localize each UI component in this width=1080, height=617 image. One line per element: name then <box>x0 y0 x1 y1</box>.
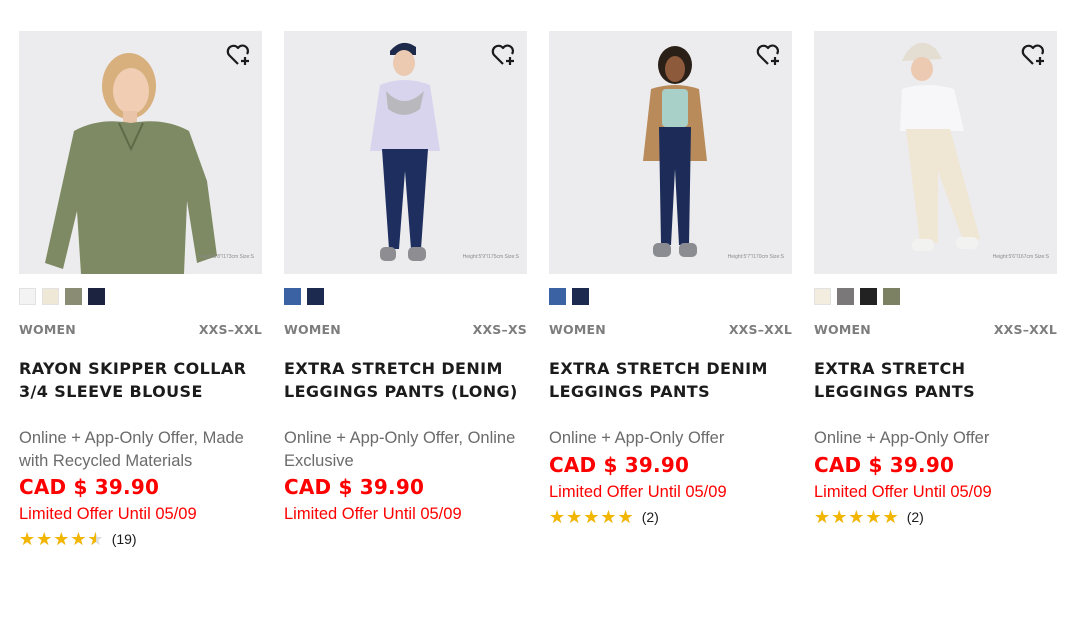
model-size-note: Height:5'9"/175cm Size:S <box>462 254 519 260</box>
product-rating: ★★★★★ ★★★★★ (2) <box>814 507 1057 527</box>
product-price: CAD $ 39.90 <box>549 452 690 477</box>
offer-text: Online + App-Only Offer <box>814 429 990 447</box>
product-rating <box>284 529 527 549</box>
model-size-note: Height:5'7"/170cm Size:S <box>727 254 784 260</box>
product-card[interactable]: Height:5'8"/173cm Size:S WOMEN XXS–XXL R… <box>19 31 262 549</box>
model-size-note: Height:5'8"/173cm Size:S <box>197 254 254 260</box>
star-rating-icon: ★★★★★★★★★★ <box>814 506 900 527</box>
heart-plus-icon[interactable] <box>224 42 252 68</box>
limited-offer-text: Limited Offer Until 05/09 <box>19 505 197 523</box>
heart-plus-icon[interactable] <box>489 42 517 68</box>
color-swatch[interactable] <box>883 288 900 305</box>
product-price: CAD $ 39.90 <box>284 475 425 499</box>
color-swatches <box>549 288 792 305</box>
product-image[interactable]: Height:5'9"/175cm Size:S <box>284 31 527 274</box>
color-swatch[interactable] <box>42 288 59 305</box>
offer-text: Online + App-Only Offer, Online Exclusiv… <box>284 429 516 470</box>
model-size-note: Height:5'6"/167cm Size:S <box>992 254 1049 260</box>
color-swatch[interactable] <box>572 288 589 305</box>
product-image[interactable]: Height:5'6"/167cm Size:S <box>814 31 1057 274</box>
review-count[interactable]: (19) <box>112 531 137 547</box>
product-category: WOMEN <box>814 322 871 337</box>
limited-offer-text: Limited Offer Until 05/09 <box>549 482 727 501</box>
star-rating-icon: ★★★★★★★★★★ <box>549 506 635 527</box>
color-swatch[interactable] <box>814 288 831 305</box>
product-image[interactable]: Height:5'8"/173cm Size:S <box>19 31 262 274</box>
color-swatch[interactable] <box>549 288 566 305</box>
product-name[interactable]: RAYON SKIPPER COLLAR 3/4 SLEEVE BLOUSE <box>19 357 262 405</box>
product-size-range: XXS–XS <box>472 322 527 337</box>
product-name[interactable]: EXTRA STRETCH DENIM LEGGINGS PANTS (LONG… <box>284 357 527 405</box>
color-swatch[interactable] <box>307 288 324 305</box>
product-category: WOMEN <box>284 322 341 337</box>
product-size-range: XXS–XXL <box>728 322 792 337</box>
heart-plus-icon[interactable] <box>1019 42 1047 68</box>
product-card[interactable]: Height:5'9"/175cm Size:S WOMEN XXS–XS EX… <box>284 31 527 549</box>
offer-text: Online + App-Only Offer, Made with Recyc… <box>19 429 244 470</box>
product-card[interactable]: Height:5'6"/167cm Size:S WOMEN XXS–XXL E… <box>814 31 1057 527</box>
product-card[interactable]: Height:5'7"/170cm Size:S WOMEN XXS–XXL E… <box>549 31 792 527</box>
color-swatches <box>284 288 527 305</box>
product-size-range: XXS–XXL <box>198 322 262 337</box>
color-swatch[interactable] <box>19 288 36 305</box>
product-rating: ★★★★★★★★★★ (19) <box>19 529 262 549</box>
product-category: WOMEN <box>19 322 76 337</box>
color-swatches <box>814 288 1057 305</box>
product-name[interactable]: EXTRA STRETCH LEGGINGS PANTS <box>814 357 1057 405</box>
star-rating-icon: ★★★★★★★★★★ <box>19 529 105 549</box>
heart-plus-icon[interactable] <box>754 42 782 68</box>
color-swatch[interactable] <box>65 288 82 305</box>
product-image[interactable]: Height:5'7"/170cm Size:S <box>549 31 792 274</box>
color-swatch[interactable] <box>860 288 877 305</box>
product-rating: ★★★★★ ★★★★★ (2) <box>549 507 792 527</box>
color-swatch[interactable] <box>88 288 105 305</box>
product-category: WOMEN <box>549 322 606 337</box>
color-swatch[interactable] <box>837 288 854 305</box>
limited-offer-text: Limited Offer Until 05/09 <box>814 482 992 501</box>
limited-offer-text: Limited Offer Until 05/09 <box>284 505 462 523</box>
color-swatch[interactable] <box>284 288 301 305</box>
product-price: CAD $ 39.90 <box>19 475 160 499</box>
offer-text: Online + App-Only Offer <box>549 429 725 447</box>
product-grid: Height:5'8"/173cm Size:S WOMEN XXS–XXL R… <box>0 0 1080 617</box>
product-name[interactable]: EXTRA STRETCH DENIM LEGGINGS PANTS <box>549 357 792 405</box>
product-size-range: XXS–XXL <box>993 322 1057 337</box>
review-count[interactable]: (2) <box>907 509 924 525</box>
review-count[interactable]: (2) <box>642 509 659 525</box>
product-price: CAD $ 39.90 <box>814 452 955 477</box>
color-swatches <box>19 288 262 305</box>
